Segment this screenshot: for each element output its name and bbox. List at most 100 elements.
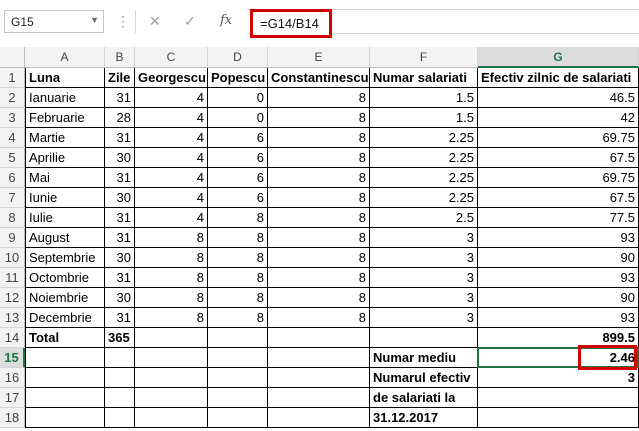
- month-cell[interactable]: Octombrie: [25, 268, 105, 288]
- value-cell[interactable]: 8: [135, 248, 208, 268]
- empty-cell[interactable]: [25, 388, 105, 408]
- value-cell[interactable]: 8: [268, 88, 370, 108]
- value-cell[interactable]: 2.25: [370, 188, 478, 208]
- value-cell[interactable]: 8: [135, 308, 208, 328]
- value-cell[interactable]: 2.25: [370, 148, 478, 168]
- value-cell[interactable]: 6: [208, 148, 268, 168]
- empty-cell[interactable]: [135, 328, 208, 348]
- row-header-11[interactable]: 11: [0, 268, 25, 288]
- effective-label-cell[interactable]: de salariati la: [370, 388, 478, 408]
- value-cell[interactable]: 8: [268, 148, 370, 168]
- value-cell[interactable]: 69.75: [478, 128, 639, 148]
- value-cell[interactable]: 1.5: [370, 108, 478, 128]
- value-cell[interactable]: 4: [135, 148, 208, 168]
- value-cell[interactable]: 8: [208, 248, 268, 268]
- enter-icon[interactable]: ✓: [184, 11, 196, 31]
- value-cell[interactable]: 8: [208, 228, 268, 248]
- month-cell[interactable]: Iunie: [25, 188, 105, 208]
- effective-label-cell[interactable]: Numarul efectiv: [370, 368, 478, 388]
- column-header-d[interactable]: D: [208, 47, 268, 68]
- empty-cell[interactable]: [208, 388, 268, 408]
- row-header-17[interactable]: 17: [0, 388, 25, 408]
- month-cell[interactable]: Decembrie: [25, 308, 105, 328]
- month-cell[interactable]: Ianuarie: [25, 88, 105, 108]
- value-cell[interactable]: 4: [135, 88, 208, 108]
- total-label-cell[interactable]: Total: [25, 328, 105, 348]
- value-cell[interactable]: 8: [268, 128, 370, 148]
- column-header-f[interactable]: F: [370, 47, 478, 68]
- empty-cell[interactable]: [268, 408, 370, 428]
- value-cell[interactable]: 4: [135, 188, 208, 208]
- month-cell[interactable]: Septembrie: [25, 248, 105, 268]
- value-cell[interactable]: 30: [105, 148, 135, 168]
- row-header-18[interactable]: 18: [0, 408, 25, 428]
- insert-function-icon[interactable]: fx: [220, 11, 232, 31]
- value-cell[interactable]: 90: [478, 288, 639, 308]
- value-cell[interactable]: 46.5: [478, 88, 639, 108]
- value-cell[interactable]: 2.25: [370, 128, 478, 148]
- header-cell[interactable]: Constantinescu: [268, 68, 370, 88]
- more-options-icon[interactable]: ⋮: [116, 10, 130, 32]
- empty-cell[interactable]: [478, 408, 639, 428]
- value-cell[interactable]: 3: [370, 288, 478, 308]
- column-header-c[interactable]: C: [135, 47, 208, 68]
- value-cell[interactable]: 31: [105, 308, 135, 328]
- month-cell[interactable]: Februarie: [25, 108, 105, 128]
- value-cell[interactable]: 3: [370, 248, 478, 268]
- value-cell[interactable]: 31: [105, 228, 135, 248]
- value-cell[interactable]: 8: [268, 168, 370, 188]
- month-cell[interactable]: Iulie: [25, 208, 105, 228]
- empty-cell[interactable]: [135, 408, 208, 428]
- value-cell[interactable]: 69.75: [478, 168, 639, 188]
- effective-label-cell[interactable]: 31.12.2017: [370, 408, 478, 428]
- month-cell[interactable]: Martie: [25, 128, 105, 148]
- value-cell[interactable]: 31: [105, 208, 135, 228]
- column-header-e[interactable]: E: [268, 47, 370, 68]
- cancel-icon[interactable]: ✕: [149, 11, 161, 31]
- column-header-g[interactable]: G: [478, 47, 639, 68]
- value-cell[interactable]: 8: [268, 208, 370, 228]
- value-cell[interactable]: 6: [208, 168, 268, 188]
- value-cell[interactable]: 6: [208, 128, 268, 148]
- empty-cell[interactable]: [268, 328, 370, 348]
- empty-cell[interactable]: [268, 348, 370, 368]
- column-header-a[interactable]: A: [25, 47, 105, 68]
- average-label-cell[interactable]: Numar mediu: [370, 348, 478, 368]
- value-cell[interactable]: 2.5: [370, 208, 478, 228]
- value-cell[interactable]: 4: [135, 208, 208, 228]
- row-header-4[interactable]: 4: [0, 128, 25, 148]
- row-header-8[interactable]: 8: [0, 208, 25, 228]
- row-header-16[interactable]: 16: [0, 368, 25, 388]
- chevron-down-icon[interactable]: ▼: [90, 15, 99, 25]
- month-cell[interactable]: Aprilie: [25, 148, 105, 168]
- value-cell[interactable]: 0: [208, 88, 268, 108]
- value-cell[interactable]: 30: [105, 188, 135, 208]
- empty-cell[interactable]: [268, 368, 370, 388]
- value-cell[interactable]: 6: [208, 188, 268, 208]
- value-cell[interactable]: 2.25: [370, 168, 478, 188]
- value-cell[interactable]: 0: [208, 108, 268, 128]
- value-cell[interactable]: 8: [135, 288, 208, 308]
- value-cell[interactable]: 30: [105, 248, 135, 268]
- empty-cell[interactable]: [208, 368, 268, 388]
- value-cell[interactable]: 8: [268, 248, 370, 268]
- column-header-b[interactable]: B: [105, 47, 135, 68]
- value-cell[interactable]: 3: [370, 268, 478, 288]
- header-cell[interactable]: Numar salariati: [370, 68, 478, 88]
- header-cell[interactable]: Popescu: [208, 68, 268, 88]
- value-cell[interactable]: 67.5: [478, 188, 639, 208]
- value-cell[interactable]: 31: [105, 168, 135, 188]
- value-cell[interactable]: 8: [208, 268, 268, 288]
- value-cell[interactable]: 28: [105, 108, 135, 128]
- month-cell[interactable]: Noiembrie: [25, 288, 105, 308]
- empty-cell[interactable]: [25, 408, 105, 428]
- value-cell[interactable]: 4: [135, 108, 208, 128]
- value-cell[interactable]: 93: [478, 228, 639, 248]
- empty-cell[interactable]: [208, 408, 268, 428]
- value-cell[interactable]: 31: [105, 88, 135, 108]
- value-cell[interactable]: 30: [105, 288, 135, 308]
- total-days-cell[interactable]: 365: [105, 328, 135, 348]
- value-cell[interactable]: 67.5: [478, 148, 639, 168]
- value-cell[interactable]: 8: [208, 288, 268, 308]
- month-cell[interactable]: Mai: [25, 168, 105, 188]
